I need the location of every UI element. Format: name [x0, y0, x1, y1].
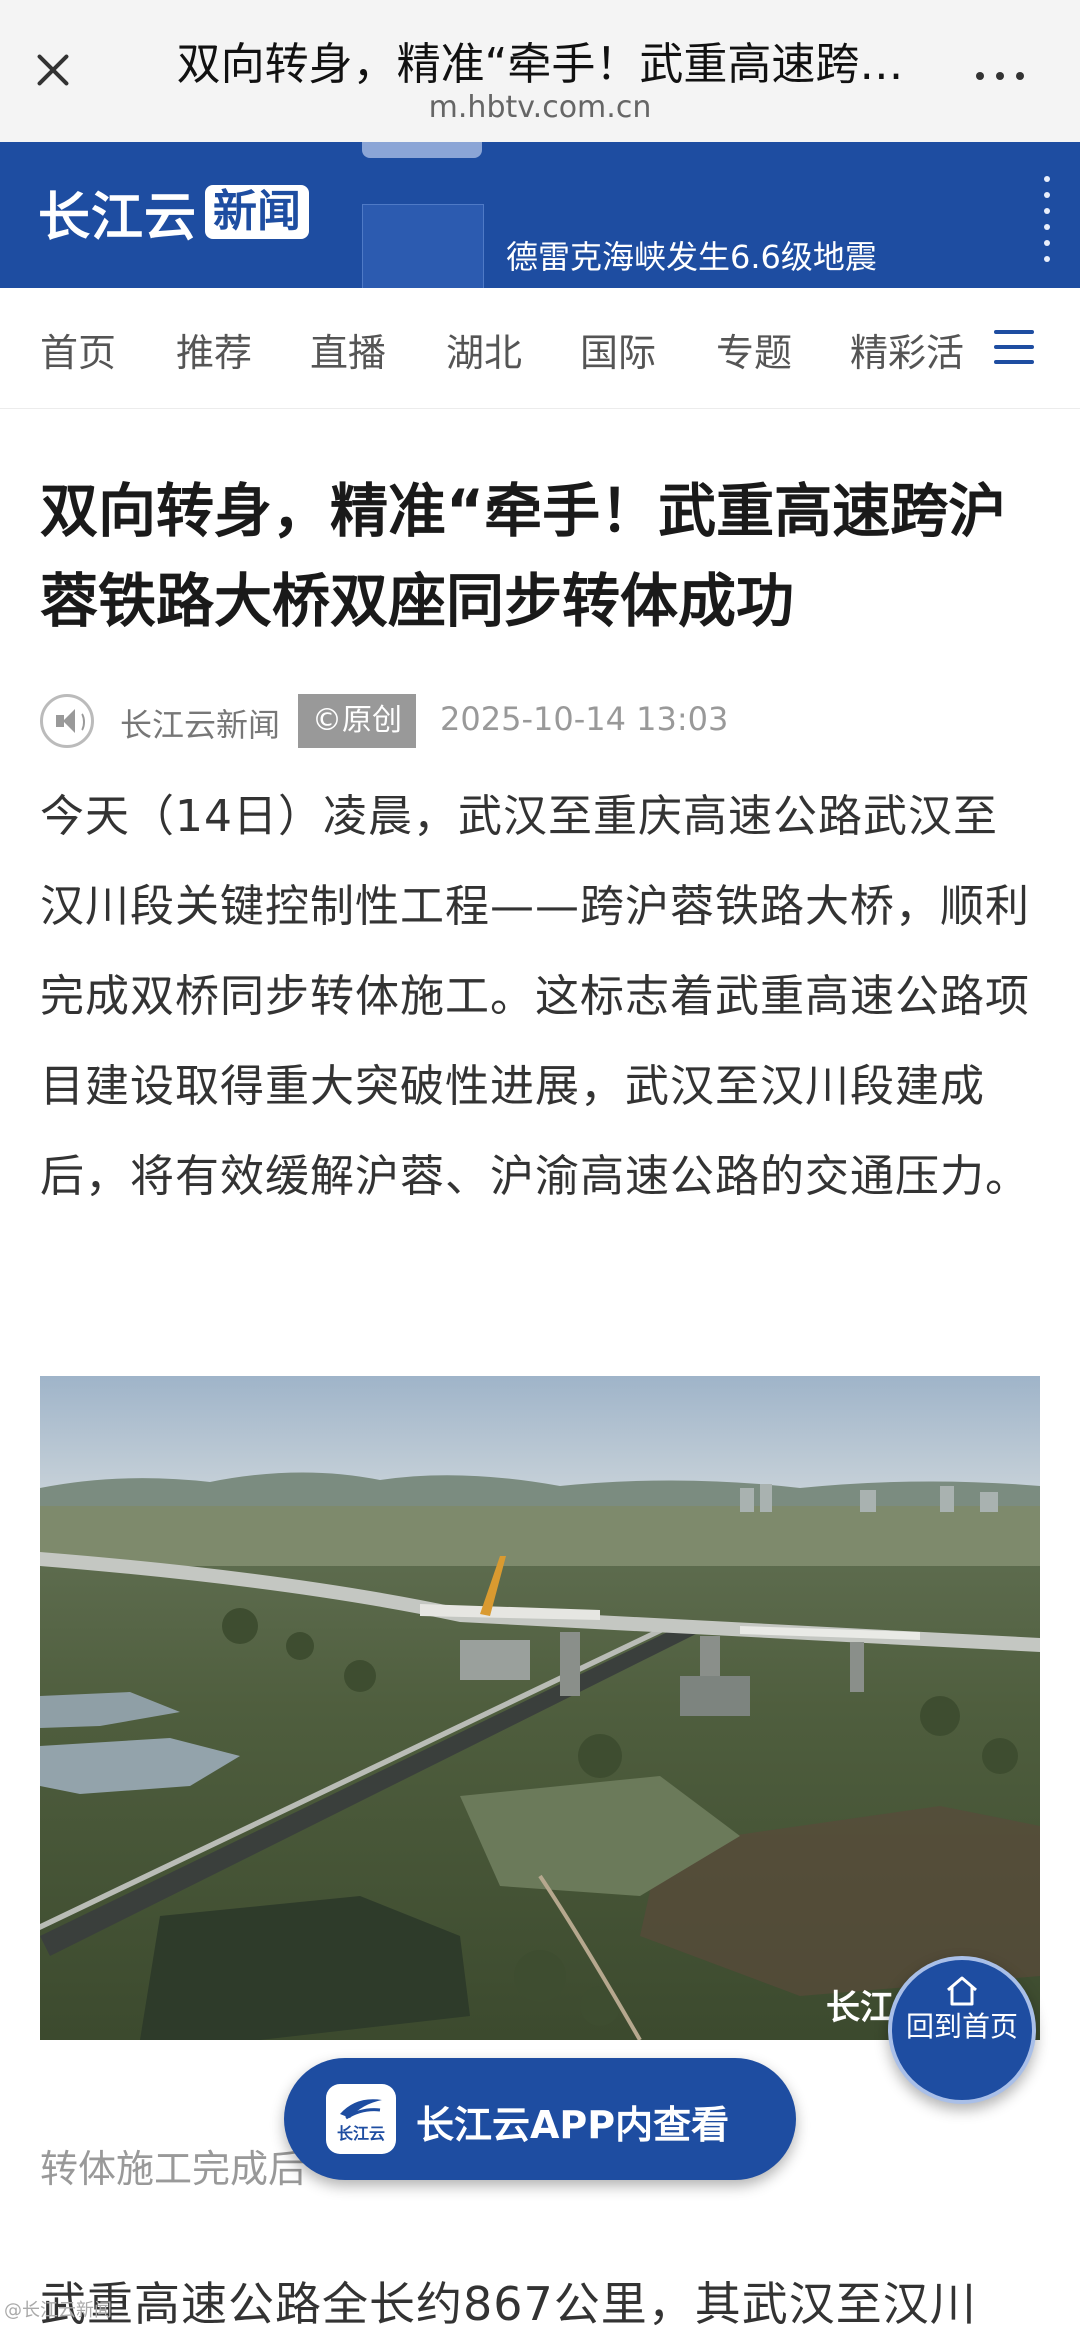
tab-hubei[interactable]: 湖北 — [446, 322, 522, 377]
browser-top-bar: 双向转身，精准“牵手！武重高速跨… m.hbtv.com.cn — [0, 0, 1080, 142]
category-nav: 首页 推荐 直播 湖北 国际 专题 精彩活 — [0, 288, 1080, 409]
banner-photo-edge — [362, 142, 482, 158]
app-logo-icon: 长江云 — [326, 2084, 396, 2154]
home-icon — [947, 1976, 977, 2006]
photo-watermark: 长江 — [826, 1988, 894, 2028]
tab-events[interactable]: 精彩活 — [850, 322, 964, 377]
scroll-dots-icon — [1040, 174, 1054, 264]
publish-time: 2025-10-14 13:03 — [440, 700, 729, 738]
article-source[interactable]: 长江云新闻 — [120, 700, 280, 746]
open-in-app-button[interactable]: 长江云 长江云APP内查看 — [284, 2058, 796, 2180]
tab-topics[interactable]: 专题 — [716, 322, 792, 377]
brand-logo[interactable]: 长江云 新闻 — [38, 182, 310, 248]
article-paragraph: 今天（14日）凌晨，武汉至重庆高速公路武汉至汉川段关键控制性工程——跨沪蓉铁路大… — [40, 791, 1030, 1202]
tab-recommend[interactable]: 推荐 — [176, 322, 252, 377]
article-photo[interactable] — [40, 1376, 1040, 2040]
article-next-paragraph: 武重高速公路全长约867公里，其武汉至汉川 — [40, 2277, 977, 2331]
back-to-home-label: 回到首页 — [905, 2010, 1018, 2043]
speaker-icon[interactable] — [40, 694, 94, 748]
tab-home[interactable]: 首页 — [40, 322, 116, 377]
page-domain: m.hbtv.com.cn — [428, 90, 652, 125]
banner-thumbnail[interactable] — [362, 204, 484, 288]
page-title: 双向转身，精准“牵手！武重高速跨… — [176, 39, 904, 90]
original-badge: ©原创 — [298, 694, 416, 748]
photo-caption: 转体施工完成后 — [40, 2147, 307, 2191]
more-options-icon[interactable] — [970, 60, 1030, 90]
open-in-app-label: 长江云APP内查看 — [416, 2103, 730, 2147]
back-to-home-button[interactable]: 回到首页 — [888, 1956, 1036, 2104]
article-headline: 双向转身，精准“牵手！武重高速跨沪蓉铁路大桥双座同步转体成功 — [40, 477, 1007, 635]
news-ticker[interactable]: 德雷克海峡发生6.6级地震 — [506, 232, 877, 278]
tab-international[interactable]: 国际 — [580, 322, 656, 377]
tab-live[interactable]: 直播 — [310, 322, 386, 377]
site-banner: 长江云 新闻 德雷克海峡发生6.6级地震 — [0, 142, 1080, 288]
menu-icon[interactable] — [994, 330, 1034, 366]
corner-watermark: @长江云新闻 — [4, 2300, 112, 2321]
